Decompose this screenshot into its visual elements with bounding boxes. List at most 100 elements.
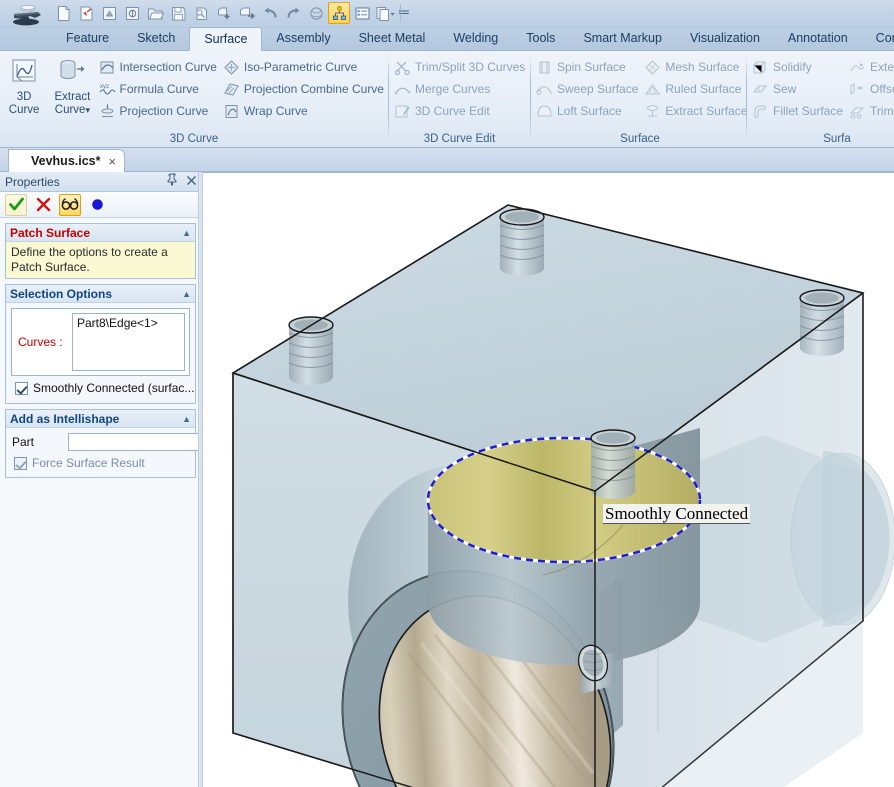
button-3d-curve[interactable]: 3D Curve xyxy=(0,54,48,117)
button-trim-split-3d-curves[interactable]: Trim/Split 3D Curves xyxy=(392,56,529,78)
section-header-patch-surface[interactable]: Patch Surface ▲ xyxy=(6,224,195,242)
tab-annotation[interactable]: Annotation xyxy=(774,27,862,50)
ribbon-panel: 3D Curve Extract Curve▾ Intersection Cur… xyxy=(0,51,894,148)
chevron-up-icon[interactable]: ▲ xyxy=(182,289,191,299)
tab-sketch[interactable]: Sketch xyxy=(123,27,189,50)
3d-curve-edit-icon xyxy=(394,103,411,120)
ironcad-application-window: ≔ Feature Sketch Surface Assembly Sheet … xyxy=(0,0,894,787)
add-scene[interactable] xyxy=(213,2,235,24)
confirm-button[interactable] xyxy=(5,193,27,216)
button-formula-curve[interactable]: xyz Formula Curve xyxy=(97,78,221,100)
ribbon-group-surface-edit: Solidify Sew Fillet Surface Exte Offs Tr… xyxy=(750,51,894,147)
iso-parametric-curve-icon xyxy=(223,59,240,76)
3d-viewport[interactable]: Smoothly Connected xyxy=(203,172,894,787)
close-icon[interactable] xyxy=(186,173,197,191)
extract-surface-icon xyxy=(644,103,661,120)
button-solidify[interactable]: Solidify xyxy=(750,56,847,78)
properties-title-bar: Properties xyxy=(0,172,201,192)
extract-curve-icon xyxy=(56,57,88,89)
label-projection-combine-curve: Projection Combine Curve xyxy=(243,82,384,96)
new-from-template[interactable] xyxy=(75,2,97,24)
button-iso-parametric-curve[interactable]: Iso-Parametric Curve xyxy=(221,56,388,78)
copy-styles[interactable] xyxy=(374,2,396,24)
button-mesh-surface[interactable]: Mesh Surface xyxy=(642,56,751,78)
save-document[interactable] xyxy=(167,2,189,24)
tab-community[interactable]: Comm xyxy=(862,27,894,50)
button-sweep-surface[interactable]: Sweep Surface xyxy=(534,78,642,100)
tab-feature[interactable]: Feature xyxy=(52,27,123,50)
trim-split-scissors-icon xyxy=(394,59,411,76)
button-projection-combine-curve[interactable]: Projection Combine Curve xyxy=(221,78,388,100)
button-3d-curve-edit[interactable]: 3D Curve Edit xyxy=(392,100,529,122)
force-surface-result-checkbox[interactable] xyxy=(14,456,27,470)
curves-label: Curves : xyxy=(18,335,63,349)
loft-surface-icon xyxy=(536,103,553,120)
scene-browser[interactable] xyxy=(328,2,350,24)
force-surface-result-label: Force Surface Result xyxy=(32,456,145,470)
ironcad-anvil-logo[interactable] xyxy=(8,1,48,27)
button-spin-surface[interactable]: Spin Surface xyxy=(534,56,642,78)
tab-tools[interactable]: Tools xyxy=(512,27,569,50)
force-surface-row[interactable]: Force Surface Result xyxy=(10,455,191,473)
open-document[interactable] xyxy=(144,2,166,24)
button-intersection-curve[interactable]: Intersection Curve xyxy=(97,56,221,78)
section-header-selection-options[interactable]: Selection Options ▲ xyxy=(6,285,195,303)
tab-sheet-metal[interactable]: Sheet Metal xyxy=(345,27,440,50)
tab-assembly[interactable]: Assembly xyxy=(262,27,344,50)
button-extract-surface[interactable]: Extract Surface xyxy=(642,100,751,122)
ribbon-column-curve-edit: Trim/Split 3D Curves Merge Curves 3D Cur… xyxy=(392,54,529,122)
properties-panel: Properties Patch Surface ▲ Define the op… xyxy=(0,172,231,787)
color-button[interactable] xyxy=(86,194,108,216)
quick-access-toolbar: ≔ xyxy=(0,0,894,28)
ruled-surface-icon xyxy=(644,81,661,98)
chevron-up-icon[interactable]: ▲ xyxy=(182,414,191,424)
button-offset-surface[interactable]: Offse xyxy=(847,78,894,100)
button-merge-curves[interactable]: Merge Curves xyxy=(392,78,529,100)
button-wrap-curve[interactable]: Wrap Curve xyxy=(221,100,388,122)
print-preview[interactable] xyxy=(190,2,212,24)
button-sew[interactable]: Sew xyxy=(750,78,847,100)
new-document[interactable] xyxy=(52,2,74,24)
redo[interactable] xyxy=(282,2,304,24)
document-tab-vevhus[interactable]: Vevhus.ics* × xyxy=(8,149,126,172)
tab-visualization[interactable]: Visualization xyxy=(676,27,774,50)
section-description-patch-surface: Define the options to create a Patch Sur… xyxy=(6,242,195,278)
button-3d-curve-line1: 3D xyxy=(16,91,32,103)
preview-button[interactable] xyxy=(59,193,81,216)
tab-surface[interactable]: Surface xyxy=(189,27,263,51)
smoothly-connected-checkbox[interactable] xyxy=(15,381,28,395)
smoothly-connected-row[interactable]: Smoothly Connected (surfac... xyxy=(11,376,194,398)
button-projection-curve[interactable]: Projection Curve xyxy=(97,100,221,122)
button-trim-surface[interactable]: Trim xyxy=(847,100,894,122)
undo[interactable] xyxy=(259,2,281,24)
close-icon[interactable]: × xyxy=(109,155,117,168)
button-3d-curve-line2: Curve xyxy=(8,104,40,116)
button-loft-surface[interactable]: Loft Surface xyxy=(534,100,642,122)
cancel-button[interactable] xyxy=(32,194,54,216)
section-patch-surface: Patch Surface ▲ Define the options to cr… xyxy=(5,223,196,279)
tab-smart-markup[interactable]: Smart Markup xyxy=(569,27,676,50)
ribbon-column-curve-a: Intersection Curve xyz Formula Curve Pro… xyxy=(97,54,221,122)
tab-welding[interactable]: Welding xyxy=(439,27,512,50)
qat-overflow-chevron[interactable]: ≔ xyxy=(398,5,410,19)
spin-surface-icon xyxy=(536,59,553,76)
property-browser[interactable] xyxy=(351,2,373,24)
button-extract-curve[interactable]: Extract Curve▾ xyxy=(48,54,96,117)
chevron-up-icon[interactable]: ▲ xyxy=(182,228,191,238)
insert-image[interactable] xyxy=(121,2,143,24)
send-to[interactable] xyxy=(236,2,258,24)
button-extend-surface[interactable]: Exten xyxy=(847,56,894,78)
curves-list[interactable]: Part8\Edge<1> xyxy=(72,313,185,371)
button-fillet-surface[interactable]: Fillet Surface xyxy=(750,100,847,122)
pin-icon[interactable] xyxy=(167,173,178,191)
button-ruled-surface[interactable]: Ruled Surface xyxy=(642,78,751,100)
label-spin-surface: Spin Surface xyxy=(557,60,626,74)
document-tab-bar: Vevhus.ics* × xyxy=(0,148,894,172)
render[interactable] xyxy=(305,2,327,24)
button-extract-curve-line2: Curve xyxy=(54,104,86,116)
list-item[interactable]: Part8\Edge<1> xyxy=(77,316,180,330)
insert-part[interactable] xyxy=(98,2,120,24)
sweep-surface-icon xyxy=(536,81,553,98)
merge-curves-icon xyxy=(394,81,411,98)
section-header-intellishape[interactable]: Add as Intellishape ▲ xyxy=(6,410,195,428)
